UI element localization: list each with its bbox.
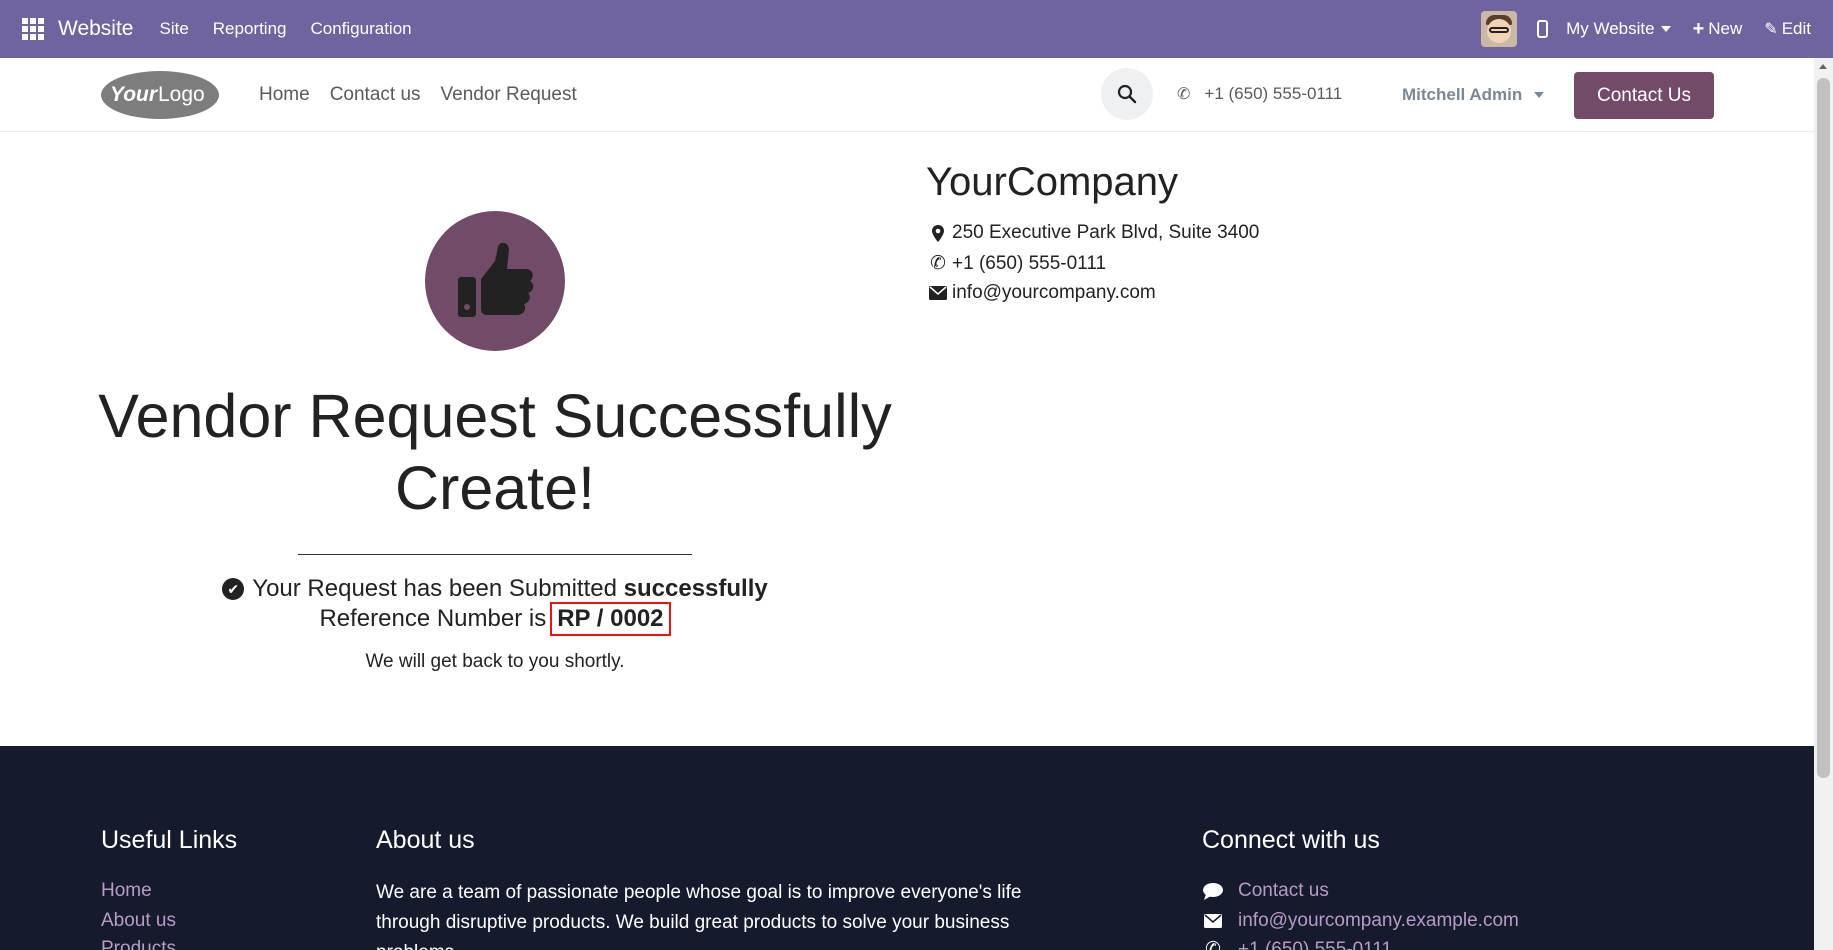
- footer-link-products[interactable]: Products: [101, 938, 176, 950]
- connect-title: Connect with us: [1202, 826, 1380, 854]
- avatar[interactable]: [1481, 11, 1518, 47]
- company-email-text: info@yourcompany.com: [952, 282, 1156, 303]
- comment-icon: [1202, 882, 1224, 900]
- site-logo[interactable]: Your Logo: [100, 70, 220, 120]
- chevron-down-icon: [1534, 92, 1545, 98]
- header-phone[interactable]: ✆ +1 (650) 555-0111: [1177, 84, 1342, 104]
- envelope-icon: [1202, 914, 1224, 928]
- apps-grid-icon[interactable]: [22, 18, 44, 40]
- check-circle-icon: ✔: [222, 578, 245, 600]
- site-header: Your Logo Home Contact us Vendor Request…: [0, 58, 1814, 132]
- thumbs-up-icon: [458, 242, 534, 317]
- footer-email[interactable]: info@yourcompany.example.com: [1202, 910, 1519, 932]
- plus-icon: +: [1692, 17, 1705, 40]
- footer-link-home[interactable]: Home: [101, 880, 152, 902]
- company-address-text: 250 Executive Park Blvd, Suite 3400: [952, 222, 1260, 243]
- footer-email-label: info@yourcompany.example.com: [1238, 910, 1519, 931]
- nav-contact-us[interactable]: Contact us: [330, 84, 421, 106]
- about-us-title: About us: [376, 826, 475, 854]
- site-footer: Useful Links Home About us Products Abou…: [0, 746, 1814, 950]
- footer-contact-us-label: Contact us: [1238, 880, 1329, 901]
- search-button[interactable]: [1101, 68, 1153, 120]
- new-button[interactable]: + New: [1693, 18, 1743, 41]
- company-address: 250 Executive Park Blvd, Suite 3400: [928, 222, 1259, 244]
- followup-text: We will get back to you shortly.: [365, 651, 625, 672]
- menu-reporting[interactable]: Reporting: [213, 19, 287, 39]
- admin-topbar: Website Site Reporting Configuration My …: [0, 0, 1833, 58]
- footer-phone[interactable]: ✆ +1 (650) 555-0111: [1202, 938, 1392, 950]
- company-phone-text: +1 (650) 555-0111: [952, 252, 1107, 274]
- nav-home[interactable]: Home: [259, 84, 310, 106]
- user-name: Mitchell Admin: [1402, 85, 1523, 104]
- page-title: Vendor Request Successfully Create!: [98, 382, 892, 522]
- contact-us-button[interactable]: Contact Us: [1574, 72, 1714, 119]
- menu-configuration[interactable]: Configuration: [311, 19, 412, 39]
- app-name[interactable]: Website: [58, 17, 133, 41]
- divider: [298, 554, 692, 555]
- search-icon: [1117, 84, 1137, 104]
- header-phone-number: +1 (650) 555-0111: [1204, 84, 1343, 103]
- mobile-preview-icon[interactable]: [1537, 20, 1549, 38]
- scroll-up-icon[interactable]: [1819, 64, 1827, 69]
- thumbs-up-badge: [425, 211, 565, 351]
- chevron-down-icon: [1660, 26, 1671, 32]
- nav-vendor-request[interactable]: Vendor Request: [441, 84, 577, 106]
- map-marker-icon: [928, 224, 948, 242]
- edit-label: Edit: [1781, 19, 1811, 38]
- main-nav: Home Contact us Vendor Request: [259, 84, 597, 106]
- company-email: info@yourcompany.com: [928, 282, 1156, 304]
- reference-line: Reference Number is RP / 0002: [95, 602, 895, 636]
- phone-icon: ✆: [930, 253, 946, 274]
- my-website-label: My Website: [1566, 19, 1655, 38]
- edit-button[interactable]: ✎ Edit: [1764, 19, 1811, 39]
- footer-link-about[interactable]: About us: [101, 910, 176, 932]
- pencil-icon: ✎: [1764, 21, 1778, 38]
- footer-contact-us[interactable]: Contact us: [1202, 880, 1329, 902]
- topbar-menu: Site Reporting Configuration: [147, 19, 423, 39]
- reference-prefix: Reference Number is: [319, 605, 547, 632]
- phone-icon: ✆: [1205, 939, 1221, 950]
- useful-links-title: Useful Links: [101, 826, 238, 854]
- topbar-right: My Website + New ✎ Edit: [1481, 0, 1833, 58]
- svg-text:Logo: Logo: [158, 83, 205, 106]
- user-dropdown[interactable]: Mitchell Admin: [1402, 85, 1545, 105]
- scrollbar-thumb[interactable]: [1817, 78, 1830, 778]
- company-name: YourCompany: [926, 160, 1179, 204]
- submitted-prefix: Your Request has been Submitted: [252, 575, 617, 602]
- svg-text:Your: Your: [110, 83, 159, 106]
- footer-phone-label: +1 (650) 555-0111: [1238, 938, 1393, 950]
- submitted-bold: successfully: [623, 575, 768, 602]
- scrollbar[interactable]: [1814, 58, 1833, 950]
- phone-icon: ✆: [1177, 86, 1191, 103]
- menu-site[interactable]: Site: [159, 19, 188, 39]
- envelope-icon: [928, 286, 948, 300]
- about-us-text: We are a team of passionate people whose…: [376, 882, 1022, 950]
- my-website-dropdown[interactable]: My Website: [1566, 19, 1671, 39]
- reference-number: RP / 0002: [550, 602, 671, 636]
- company-phone: ✆ +1 (650) 555-0111: [928, 252, 1106, 275]
- submitted-message: ✔ Your Request has been Submitted succes…: [95, 575, 895, 603]
- new-label: New: [1708, 19, 1743, 38]
